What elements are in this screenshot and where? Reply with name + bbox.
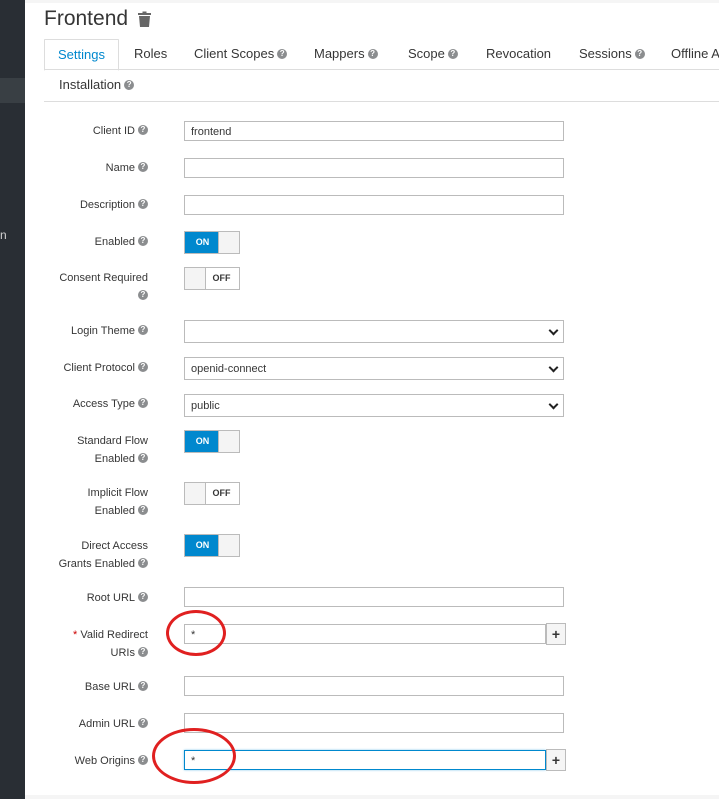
help-icon: ? bbox=[138, 199, 148, 210]
help-icon: ? bbox=[138, 681, 148, 692]
login-theme-select[interactable] bbox=[184, 320, 564, 343]
implicit-flow-toggle[interactable]: OFF bbox=[184, 482, 240, 505]
annotation-circle bbox=[152, 728, 236, 784]
help-icon: ? bbox=[138, 592, 148, 603]
root-url-label: Root URL? bbox=[87, 589, 148, 607]
tab-revocation[interactable]: Revocation bbox=[484, 39, 553, 69]
help-icon: ? bbox=[138, 755, 148, 766]
description-input[interactable] bbox=[184, 195, 564, 215]
toggle-knob bbox=[185, 483, 206, 504]
required-mark: * bbox=[72, 629, 78, 641]
client-protocol-label: Client Protocol? bbox=[63, 359, 148, 377]
tab-sessions[interactable]: Sessions? bbox=[577, 39, 647, 69]
admin-url-label: Admin URL? bbox=[79, 715, 148, 733]
trash-icon[interactable] bbox=[138, 11, 152, 27]
add-web-origin-button[interactable]: + bbox=[546, 749, 566, 771]
toggle-state: ON bbox=[185, 431, 220, 452]
tab-divider bbox=[44, 101, 719, 102]
name-input[interactable] bbox=[184, 158, 564, 178]
client-id-input[interactable]: frontend bbox=[184, 121, 564, 141]
help-icon: ? bbox=[138, 325, 148, 336]
sidebar: n bbox=[0, 0, 25, 799]
valid-redirect-uris-input[interactable]: * bbox=[184, 624, 546, 644]
direct-access-label: Direct Access Grants Enabled? bbox=[58, 540, 148, 570]
client-id-label: Client ID? bbox=[93, 122, 148, 140]
access-type-label: Access Type? bbox=[73, 395, 148, 413]
help-icon: ? bbox=[138, 362, 148, 373]
help-icon: ? bbox=[138, 505, 148, 516]
help-icon: ? bbox=[138, 453, 148, 464]
tab-divider bbox=[44, 69, 719, 70]
help-icon: ? bbox=[447, 48, 458, 59]
tab-settings[interactable]: Settings bbox=[44, 39, 119, 71]
toggle-knob bbox=[218, 535, 239, 556]
tab-offline-access[interactable]: Offline A bbox=[669, 39, 719, 69]
help-icon: ? bbox=[634, 48, 645, 59]
enabled-toggle[interactable]: ON bbox=[184, 231, 240, 254]
page-title: Frontend bbox=[44, 7, 129, 30]
valid-redirect-uris-label: * Valid Redirect URIs? bbox=[72, 629, 148, 659]
toggle-knob bbox=[218, 431, 239, 452]
help-icon: ? bbox=[138, 398, 148, 409]
tab-roles[interactable]: Roles bbox=[132, 39, 169, 69]
toggle-knob bbox=[218, 232, 239, 253]
implicit-flow-label: Implicit Flow Enabled? bbox=[87, 487, 148, 517]
annotation-circle bbox=[166, 610, 226, 656]
admin-url-input[interactable] bbox=[184, 713, 564, 733]
standard-flow-label: Standard Flow Enabled? bbox=[77, 435, 148, 465]
help-icon: ? bbox=[124, 79, 135, 90]
login-theme-label: Login Theme? bbox=[71, 322, 148, 340]
direct-access-toggle[interactable]: ON bbox=[184, 534, 240, 557]
sidebar-active-item[interactable] bbox=[0, 78, 25, 103]
base-url-label: Base URL? bbox=[85, 678, 148, 696]
help-icon: ? bbox=[138, 718, 148, 729]
standard-flow-toggle[interactable]: ON bbox=[184, 430, 240, 453]
toggle-state: ON bbox=[185, 232, 220, 253]
tab-mappers[interactable]: Mappers? bbox=[312, 39, 380, 69]
name-label: Name? bbox=[106, 159, 148, 177]
help-icon: ? bbox=[138, 647, 148, 658]
toggle-state: OFF bbox=[212, 273, 231, 283]
help-icon: ? bbox=[138, 558, 148, 569]
help-icon: ? bbox=[138, 125, 148, 136]
web-origins-input[interactable]: * bbox=[184, 750, 546, 770]
toggle-state: ON bbox=[185, 535, 220, 556]
web-origins-label: Web Origins? bbox=[75, 752, 148, 770]
help-icon: ? bbox=[138, 236, 148, 247]
tab-scope[interactable]: Scope? bbox=[406, 39, 460, 69]
help-icon: ? bbox=[367, 48, 378, 59]
base-url-input[interactable] bbox=[184, 676, 564, 696]
main-panel: Frontend Settings Roles Client Scopes? M… bbox=[25, 3, 719, 795]
consent-required-label: Consent Required? bbox=[59, 272, 148, 301]
enabled-label: Enabled? bbox=[95, 233, 148, 251]
client-protocol-select[interactable]: openid-connect bbox=[184, 357, 564, 380]
help-icon: ? bbox=[138, 162, 148, 173]
help-icon: ? bbox=[138, 290, 148, 301]
root-url-input[interactable] bbox=[184, 587, 564, 607]
help-icon: ? bbox=[277, 48, 288, 59]
tab-installation[interactable]: Installation? bbox=[57, 70, 136, 100]
add-redirect-uri-button[interactable]: + bbox=[546, 623, 566, 645]
toggle-knob bbox=[185, 268, 206, 289]
sidebar-text-fragment: n bbox=[0, 228, 7, 242]
tab-client-scopes[interactable]: Client Scopes? bbox=[192, 39, 289, 69]
toggle-state: OFF bbox=[212, 488, 231, 498]
consent-required-toggle[interactable]: OFF bbox=[184, 267, 240, 290]
description-label: Description? bbox=[80, 196, 148, 214]
page-header: Frontend bbox=[44, 7, 152, 31]
access-type-select[interactable]: public bbox=[184, 394, 564, 417]
